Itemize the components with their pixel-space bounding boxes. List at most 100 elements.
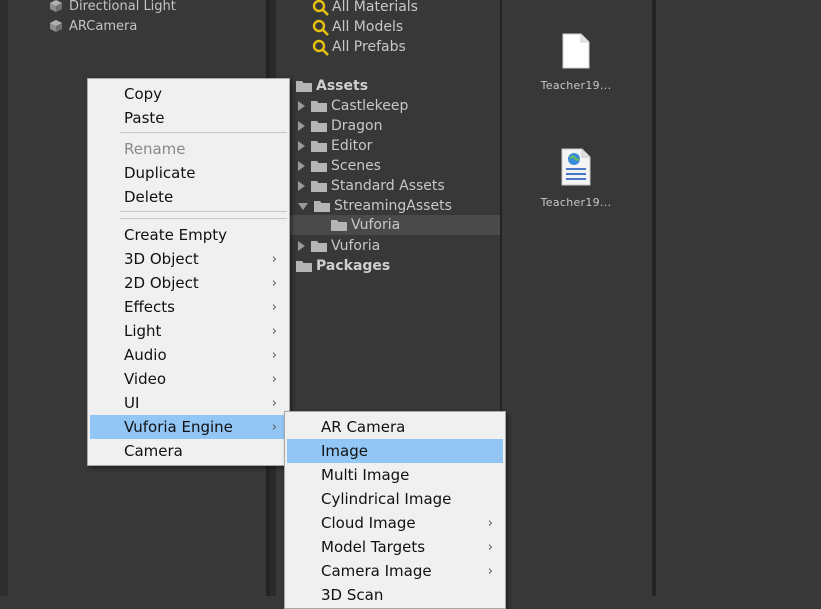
menu-separator [120,211,287,212]
menu-separator [120,132,287,133]
submenu-item-camera-image[interactable]: Camera Image › [287,559,503,583]
hierarchy-left-edge [0,0,8,596]
menu-item-label: Create Empty [124,226,227,244]
menu-item-effects[interactable]: Effects › [90,295,287,319]
submenu-item-model-targets[interactable]: Model Targets › [287,535,503,559]
submenu-item-cloud-image[interactable]: Cloud Image › [287,511,503,535]
project-grid-panel: Teacher19... Teacher19... [502,0,656,596]
submenu-chevron-icon: › [271,372,277,387]
menu-item-label: Video [124,370,167,388]
submenu-chevron-icon: › [271,300,277,315]
vuforia-submenu: AR Camera Image Multi Image Cylindrical … [284,411,506,609]
menu-item-vuforia-engine[interactable]: Vuforia Engine › [90,415,287,439]
submenu-chevron-icon: › [487,516,493,531]
menu-item-label: Camera Image [321,562,432,580]
folder-icon [311,121,327,132]
menu-item-ui[interactable]: UI › [90,391,287,415]
folder-icon [331,220,347,231]
menu-item-label: AR Camera [321,418,406,436]
tree-folder-vuforia-selected[interactable]: Vuforia [276,215,500,235]
folder-icon [311,161,327,172]
submenu-chevron-icon: › [271,276,277,291]
tree-label: StreamingAssets [334,198,452,214]
menu-item-label: Vuforia Engine [124,418,233,436]
tree-label: Standard Assets [331,178,445,194]
asset-file-teacher-1[interactable]: Teacher19... [531,33,621,92]
menu-item-label: Rename [124,140,186,158]
menu-item-label: 3D Object [124,250,199,268]
menu-item-2d-object[interactable]: 2D Object › [90,271,287,295]
folder-icon [296,261,312,272]
favorite-label: All Materials [332,0,418,15]
expand-arrow-icon[interactable] [298,181,305,191]
menu-item-light[interactable]: Light › [90,319,287,343]
favorite-label: All Prefabs [332,39,406,55]
menu-item-label: Duplicate [124,164,196,182]
menu-item-label: Image [321,442,368,460]
submenu-item-cylindrical-image[interactable]: Cylindrical Image [287,487,503,511]
tree-folder-vuforia[interactable]: Vuforia [298,236,380,256]
menu-item-label: Cylindrical Image [321,490,452,508]
menu-item-copy[interactable]: Copy [90,82,287,106]
menu-item-label: Copy [124,85,163,103]
menu-item-delete[interactable]: Delete [90,185,287,209]
search-icon [312,0,329,16]
menu-item-3d-object[interactable]: 3D Object › [90,247,287,271]
tree-label: Assets [316,78,369,94]
expand-arrow-icon[interactable] [298,241,305,251]
gameobject-cube-icon [50,20,62,32]
tree-label: Castlekeep [331,98,409,114]
menu-item-create-empty[interactable]: Create Empty [90,223,287,247]
favorite-all-models[interactable]: All Models [312,17,403,37]
hierarchy-item-label: Directional Light [69,0,176,14]
search-icon [312,39,329,56]
menu-item-label: 2D Object [124,274,199,292]
favorite-all-materials[interactable]: All Materials [312,0,418,17]
tree-label: Dragon [331,118,383,134]
tree-assets-root[interactable]: Assets [296,76,368,96]
expand-arrow-icon[interactable] [298,141,305,151]
expand-arrow-icon[interactable] [298,121,305,131]
hierarchy-item-arcamera[interactable]: ARCamera [50,17,137,35]
tree-packages-root[interactable]: Packages [296,256,390,276]
menu-item-rename: Rename [90,137,287,161]
tree-label: Scenes [331,158,381,174]
submenu-chevron-icon: › [487,540,493,555]
menu-item-label: Model Targets [321,538,426,556]
asset-label: Teacher19... [540,196,612,209]
submenu-item-multi-image[interactable]: Multi Image [287,463,503,487]
menu-item-paste[interactable]: Paste [90,106,287,130]
tree-folder-editor[interactable]: Editor [298,136,372,156]
submenu-item-image[interactable]: Image [287,439,503,463]
asset-label: Teacher19... [540,79,612,92]
document-icon [562,33,590,69]
tree-label: Packages [316,258,391,274]
tree-folder-scenes[interactable]: Scenes [298,156,381,176]
gameobject-cube-icon [50,0,62,12]
menu-item-audio[interactable]: Audio › [90,343,287,367]
menu-item-label: Cloud Image [321,514,416,532]
tree-folder-standard-assets[interactable]: Standard Assets [298,176,445,196]
collapse-arrow-icon[interactable] [298,202,308,210]
menu-item-duplicate[interactable]: Duplicate [90,161,287,185]
submenu-chevron-icon: › [271,348,277,363]
hierarchy-item-directional-light[interactable]: Directional Light [50,0,176,15]
menu-item-label: Delete [124,188,174,206]
expand-arrow-icon[interactable] [298,161,305,171]
asset-file-teacher-2[interactable]: Teacher19... [531,148,621,209]
menu-item-label: Light [124,322,162,340]
favorite-label: All Models [332,19,404,35]
tree-folder-castlekeep[interactable]: Castlekeep [298,96,408,116]
submenu-item-3d-scan[interactable]: 3D Scan [287,583,503,607]
expand-arrow-icon[interactable] [298,101,305,111]
menu-item-label: Multi Image [321,466,410,484]
menu-item-camera[interactable]: Camera [90,439,287,463]
tree-folder-streamingassets[interactable]: StreamingAssets [298,196,452,216]
menu-item-video[interactable]: Video › [90,367,287,391]
folder-icon [311,181,327,192]
tree-folder-dragon[interactable]: Dragon [298,116,382,136]
submenu-item-ar-camera[interactable]: AR Camera [287,415,503,439]
folder-icon [314,201,330,212]
favorite-all-prefabs[interactable]: All Prefabs [312,37,406,57]
context-menu: Copy Paste Rename Duplicate Delete Creat… [87,78,290,466]
